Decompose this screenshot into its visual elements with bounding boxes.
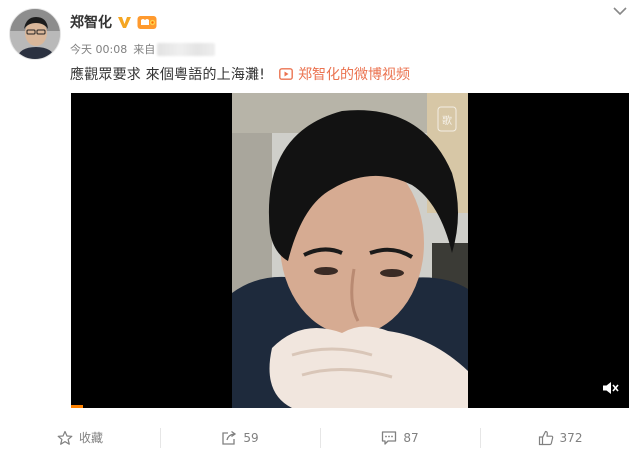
action-bar: 收藏 59 87 372 [0, 420, 640, 455]
user-avatar-image [10, 9, 60, 59]
like-button[interactable]: 372 [480, 426, 640, 450]
share-button[interactable]: 59 [160, 426, 320, 450]
video-player[interactable]: 歌 [71, 93, 629, 408]
share-icon [222, 430, 237, 445]
post-content: 應觀眾要求 來個粵語的上海灘! 郑智化的微博视频 [70, 64, 410, 84]
avatar[interactable] [9, 8, 61, 60]
like-count: 372 [559, 430, 583, 445]
video-frame[interactable]: 歌 [232, 93, 468, 408]
author-row: 郑智化 [70, 12, 157, 32]
video-link[interactable]: 郑智化的微博视频 [279, 64, 410, 84]
favorite-label: 收藏 [78, 431, 103, 445]
author-name[interactable]: 郑智化 [70, 12, 112, 32]
source-prefix: 来自 [133, 43, 156, 56]
star-icon [57, 430, 73, 445]
video-link-label: 郑智化的微博视频 [298, 67, 411, 83]
share-count: 59 [243, 430, 259, 445]
svg-text:歌: 歌 [442, 114, 452, 127]
video-progress-marker [71, 405, 83, 408]
thumbs-up-icon [538, 430, 553, 445]
video-icon [279, 68, 293, 80]
verified-v-icon[interactable] [117, 15, 132, 30]
vip-member-icon[interactable] [137, 15, 157, 30]
chevron-down-icon[interactable] [612, 6, 628, 16]
post-time[interactable]: 今天 00:08 [70, 41, 127, 57]
favorite-button[interactable]: 收藏 [0, 426, 160, 450]
post-meta: 今天 00:08 来自 [70, 41, 216, 57]
comment-button[interactable]: 87 [320, 426, 480, 450]
comment-icon [382, 430, 397, 445]
post-text: 應觀眾要求 來個粵語的上海灘! [70, 67, 266, 83]
comment-count: 87 [403, 430, 419, 445]
mute-icon[interactable] [601, 380, 619, 396]
source-redacted [157, 42, 216, 56]
